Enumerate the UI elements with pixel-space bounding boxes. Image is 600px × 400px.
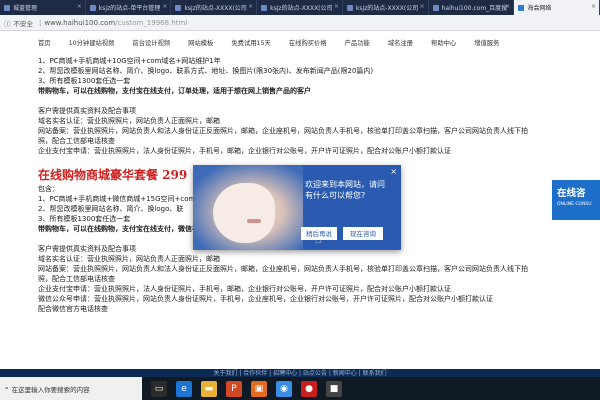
- search-icon: ⌕: [5, 384, 9, 392]
- browser-tab[interactable]: 海会网络 ×: [514, 0, 600, 15]
- tab-close-icon[interactable]: ×: [162, 3, 167, 10]
- content-line: 企业支付宝申请：营业执照照片，法人身份证照片，手机号，邮箱，企业银行对公账号，开…: [38, 285, 451, 293]
- tab-label: ksjz的站点-XXXX(公司: [355, 5, 419, 12]
- browser-tab[interactable]: ksjz的站点-XXXX(公司 ×: [343, 0, 429, 15]
- record-icon[interactable]: ●: [301, 380, 317, 397]
- feature-note: 带购物车，可以在线购物，支付宝在线支付，订单处理，适用于想在网上销售产品的客户: [38, 87, 311, 95]
- browser-icon[interactable]: ◉: [276, 380, 292, 397]
- photos-icon[interactable]: ▣: [251, 380, 267, 397]
- content-line: 照，配合工信部电话核查: [38, 275, 115, 283]
- content-line: 客户需提供真实资料及配合事项: [38, 107, 136, 115]
- windows-taskbar: ⌕ 在这里输入你要搜索的内容 ▭ e ▬ P ▣ ◉ ● ■: [0, 377, 600, 400]
- content-line: 1、PC商城+手机商城+10G空间+com域名+网站维护1年: [38, 57, 221, 65]
- site-nav-item[interactable]: 10分钟建站视频: [69, 38, 115, 50]
- tab-favicon-icon: [518, 4, 525, 11]
- content-line: 网站备案：营业执照照片，网站负责人和法人身份证正反面照片，邮箱，企业座机号，网站…: [38, 127, 528, 135]
- security-label[interactable]: 不安全: [14, 18, 34, 28]
- address-bar[interactable]: ⓘ 不安全 | www.haihui100.com /custom_19968.…: [0, 15, 600, 31]
- tab-close-icon[interactable]: ×: [505, 3, 510, 10]
- taskbar-search-box[interactable]: ⌕ 在这里输入你要搜索的内容: [0, 377, 142, 400]
- site-nav-item[interactable]: 在线购买价格: [289, 38, 327, 50]
- content-line: 配合微信官方电话核查: [38, 305, 108, 313]
- close-icon[interactable]: ×: [390, 167, 397, 176]
- url-path[interactable]: /custom_19968.html: [115, 19, 187, 27]
- browser-tab[interactable]: ksjz的站点-XXXX(公司 ×: [171, 0, 258, 15]
- tab-label: ksjz的站点-XXXX(公司: [184, 5, 247, 12]
- content-line: 域名实名认证：营业执照照片，网站负责人正面照片，邮箱: [38, 117, 220, 125]
- tab-close-icon[interactable]: ×: [248, 3, 253, 10]
- site-nav-item[interactable]: 免费试用15天: [231, 38, 271, 50]
- consult-now-button[interactable]: 现在咨询: [343, 227, 383, 240]
- tab-label: haihui100.com_百度搜: [441, 5, 508, 12]
- security-warning-icon[interactable]: ⓘ: [4, 18, 11, 28]
- url-host[interactable]: www.haihui100.com: [44, 19, 115, 27]
- tab-favicon-icon: [175, 4, 182, 11]
- content-line: 照，配合工信部电话核查: [38, 137, 115, 145]
- tab-label: 城盖管理: [13, 5, 38, 12]
- content-line: 网站备案：营业执照照片，网站负责人和法人身份证正反面照片，邮箱，企业座机号，网站…: [38, 265, 528, 273]
- edge-icon[interactable]: e: [176, 380, 192, 397]
- content-line: 微信公众号申请：营业执照照片，网站负责人身份证照片，手机号，企业座机号，企业银行…: [38, 295, 493, 303]
- site-nav-item[interactable]: 增值服务: [474, 38, 499, 50]
- hand-cursor-icon: ☝: [315, 233, 322, 246]
- online-consult-banner[interactable]: 在线咨 ONLINE CONSU: [552, 180, 600, 220]
- browser-tab[interactable]: ksjz的站点-XXXX(公司 ×: [257, 0, 343, 15]
- tab-favicon-icon: [261, 4, 268, 11]
- popup-message: 欢迎来到本网站，请问有什么可以帮您?: [305, 180, 385, 200]
- site-nav-item[interactable]: 网站模板: [188, 38, 213, 50]
- chat-invite-popup: × 欢迎来到本网站，请问有什么可以帮您? 稍后再说 现在咨询: [193, 165, 401, 250]
- site-nav-item[interactable]: 前台设计视频: [132, 38, 170, 50]
- tab-label: ksjz的站点-XXXX(公司: [270, 5, 333, 12]
- browser-tab[interactable]: haihui100.com_百度搜 ×: [429, 0, 515, 15]
- face-shape: [213, 183, 275, 243]
- site-nav-item[interactable]: 域名注册: [388, 38, 413, 50]
- browser-tab[interactable]: 城盖管理 ×: [0, 0, 86, 15]
- site-nav-item[interactable]: 产品功能: [345, 38, 370, 50]
- content-line: 3、所有模板1300套任选一套: [38, 77, 131, 85]
- tab-favicon-icon: [346, 4, 353, 11]
- browser-tab-strip: 城盖管理 × ksjz的站点-单平台管理 × ksjz的站点-XXXX(公司 × ksjz的…: [0, 0, 600, 15]
- tab-close-icon[interactable]: ×: [420, 3, 425, 10]
- divider: |: [39, 18, 42, 27]
- tab-favicon-icon: [89, 4, 96, 11]
- lips-shape: [247, 219, 261, 223]
- site-nav-item[interactable]: 帮助中心: [431, 38, 456, 50]
- content-line: 域名实名认证：营业执照照片，网站负责人正面照片，邮箱: [38, 255, 220, 263]
- customer-service-photo: [193, 165, 303, 250]
- powerpoint-icon[interactable]: P: [226, 380, 242, 397]
- content-line: 企业支付宝申请：营业执照照片，法人身份证照片，手机号，邮箱，企业银行对公账号，开…: [38, 147, 451, 155]
- task-view-icon[interactable]: ▭: [151, 380, 167, 397]
- banner-title: 在线咨: [557, 188, 586, 199]
- site-nav: 首页 10分钟建站视频 前台设计视频 网站模板 免费试用15天 在线购买价格 产品功能 域名注…: [0, 38, 600, 50]
- tab-close-icon[interactable]: ×: [334, 3, 339, 10]
- tab-favicon-icon: [432, 4, 439, 11]
- tab-close-icon[interactable]: ×: [77, 3, 82, 10]
- tab-favicon-icon: [4, 4, 10, 11]
- content-line: 2、帮您改模板里网站名称、简介、换logo、联系方式、地址、换图片(限30张内)…: [38, 67, 374, 75]
- banner-subtitle: ONLINE CONSU: [557, 202, 592, 207]
- tab-label: 海会网络: [527, 5, 552, 12]
- app-icon[interactable]: ■: [326, 380, 342, 397]
- site-nav-item[interactable]: 首页: [38, 38, 51, 50]
- browser-tab[interactable]: ksjz的站点-单平台管理 ×: [86, 0, 172, 15]
- search-placeholder: 在这里输入你要搜索的内容: [11, 385, 90, 394]
- folder-icon[interactable]: ▬: [201, 380, 217, 397]
- tab-label: ksjz的站点-单平台管理: [98, 5, 161, 12]
- tab-close-icon[interactable]: ×: [591, 3, 596, 10]
